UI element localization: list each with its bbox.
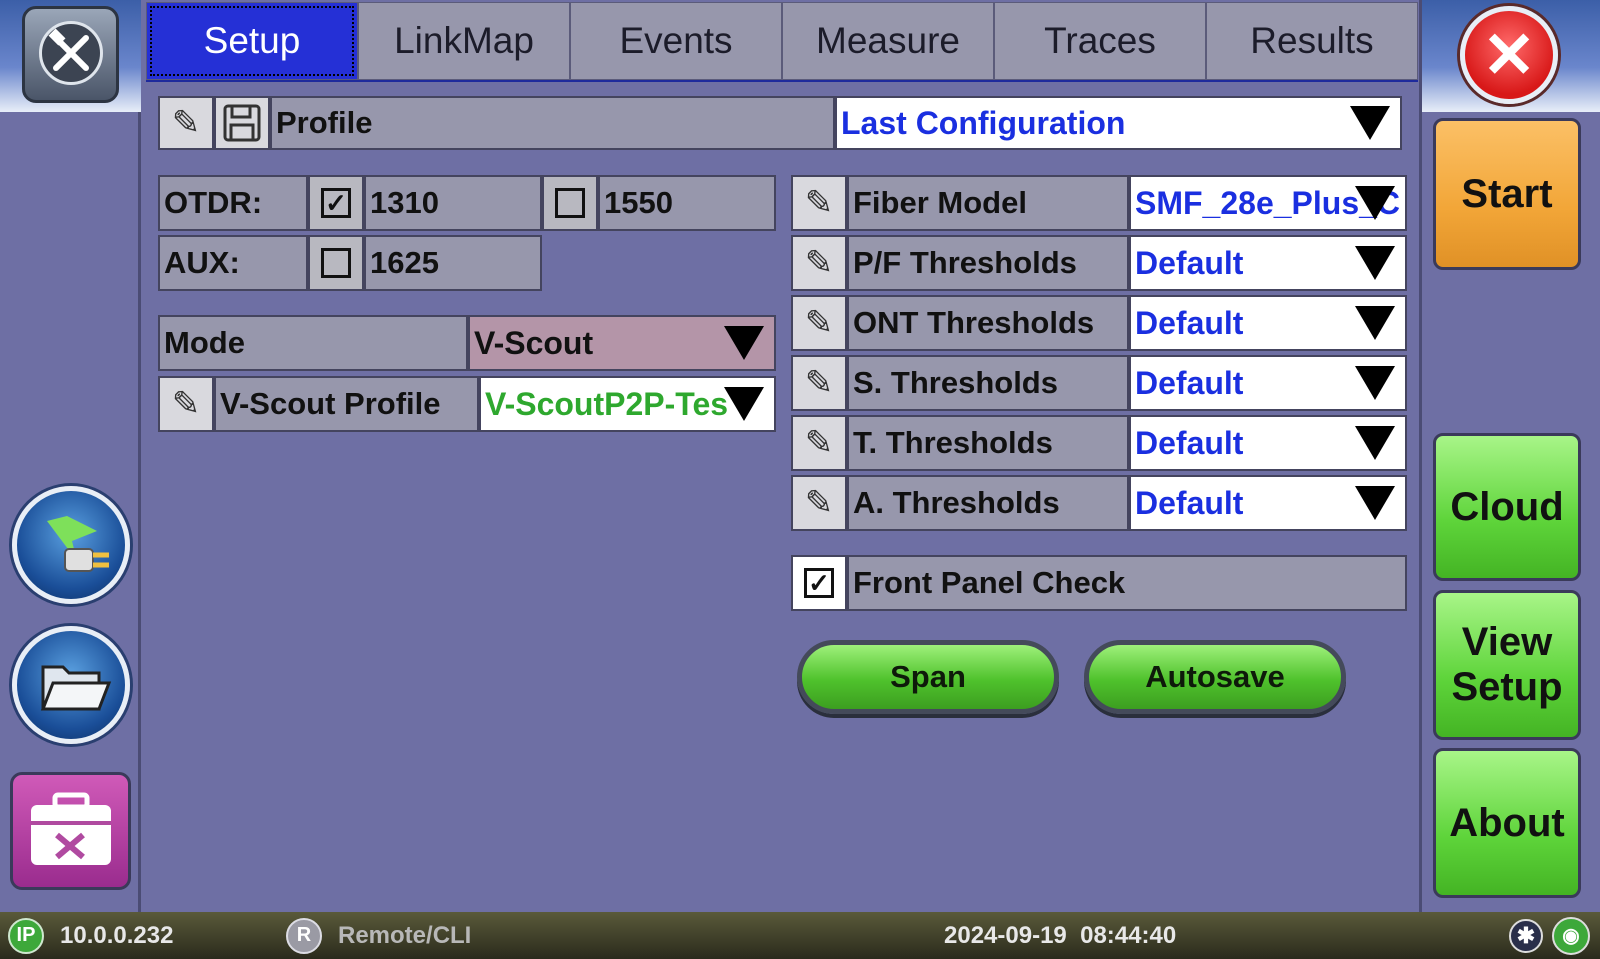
app-window: Setup LinkMap Events Measure Traces Resu… [0,0,1600,959]
t-thresholds-dropdown[interactable]: Default [1129,415,1407,471]
fiber-model-label: Fiber Model [847,175,1129,231]
t-thresholds-label: T. Thresholds [847,415,1129,471]
profile-dropdown-value: Last Configuration [841,104,1126,141]
dropdown-arrow-icon [1355,426,1395,460]
profile-edit-button[interactable]: ✎ [158,96,214,150]
vscout-profile-dropdown[interactable]: V-ScoutP2P-Tes [479,376,776,432]
checkmark-icon: ✓ [321,188,351,218]
fiber-model-dropdown[interactable]: SMF_28e_Plus_C [1129,175,1407,231]
a-thresholds-label: A. Thresholds [847,475,1129,531]
bluetooth-icon: ✱ [1509,912,1543,959]
otdr-1310-label: 1310 [364,175,542,231]
tab-bar: Setup LinkMap Events Measure Traces Resu… [146,2,1418,82]
pencil-icon: ✎ [171,385,201,423]
s-thresholds-dropdown[interactable]: Default [1129,355,1407,411]
a-thresholds-dropdown[interactable]: Default [1129,475,1407,531]
tab-measure[interactable]: Measure [782,2,994,80]
mode-label: Mode [158,315,468,371]
status-bar: IP 10.0.0.232 R Remote/CLI 2024-09-19 08… [0,912,1600,959]
aux-1625-label: 1625 [364,235,542,291]
tab-linkmap[interactable]: LinkMap [358,2,570,80]
ont-thresholds-label: ONT Thresholds [847,295,1129,351]
tab-results[interactable]: Results [1206,2,1418,80]
start-button[interactable]: Start [1433,118,1581,270]
otdr-label: OTDR: [158,175,308,231]
wrench-hammer-icon [39,21,103,85]
front-panel-check-label: Front Panel Check [847,555,1407,611]
mode-dropdown[interactable]: V-Scout [468,315,776,371]
remote-cli-label: Remote/CLI [338,921,472,949]
pencil-icon: ✎ [804,184,834,222]
pf-thresholds-edit-button[interactable]: ✎ [791,235,847,291]
front-panel-check-checkbox[interactable]: ✓ [791,555,847,611]
s-thresholds-edit-button[interactable]: ✎ [791,355,847,411]
ip-badge-icon: IP [8,917,44,954]
pencil-icon: ✎ [171,104,201,142]
power-plug-icon-button[interactable] [12,486,130,604]
about-button[interactable]: About [1433,748,1581,898]
dropdown-arrow-icon [1355,186,1395,220]
pencil-icon: ✎ [804,484,834,522]
close-x-icon: ✕ [1482,19,1536,91]
ont-thresholds-edit-button[interactable]: ✎ [791,295,847,351]
pencil-icon: ✎ [804,244,834,282]
settings-tools-button[interactable] [22,6,119,103]
left-sidebar [0,0,141,912]
datetime: 2024-09-19 08:44:40 [944,921,1177,949]
toolbox-icon-button[interactable] [10,772,131,890]
pf-thresholds-dropdown[interactable]: Default [1129,235,1407,291]
span-button[interactable]: Span [797,640,1059,714]
tab-events[interactable]: Events [570,2,782,80]
aux-label: AUX: [158,235,308,291]
tab-setup[interactable]: Setup [146,2,358,80]
pf-thresholds-label: P/F Thresholds [847,235,1129,291]
view-setup-button[interactable]: View Setup [1433,590,1581,740]
vscout-profile-edit-button[interactable]: ✎ [158,376,214,432]
dropdown-arrow-icon [1350,106,1390,140]
ip-status: IP 10.0.0.232 [8,912,173,959]
dropdown-arrow-icon [1355,246,1395,280]
otdr-1310-checkbox[interactable]: ✓ [308,175,364,231]
remote-badge-icon: R [286,917,322,954]
save-disk-icon [223,104,261,142]
pencil-icon: ✎ [804,364,834,402]
profile-label: Profile [270,96,835,150]
ip-address: 10.0.0.232 [60,921,174,949]
profile-dropdown[interactable]: Last Configuration [835,96,1402,150]
otdr-1550-label: 1550 [598,175,776,231]
checkmark-icon: ✓ [804,568,834,598]
dropdown-arrow-icon [724,387,764,421]
dropdown-arrow-icon [1355,366,1395,400]
a-thresholds-edit-button[interactable]: ✎ [791,475,847,531]
remote-status: R Remote/CLI [286,912,471,959]
folder-icon-button[interactable] [12,626,130,744]
autosave-button[interactable]: Autosave [1084,640,1346,714]
close-button[interactable]: ✕ [1460,6,1558,104]
tab-traces[interactable]: Traces [994,2,1206,80]
checkbox-empty-box [321,248,351,278]
dropdown-arrow-icon [1355,306,1395,340]
profile-save-button[interactable] [214,96,270,150]
vscout-profile-label: V-Scout Profile [214,376,479,432]
fiber-model-edit-button[interactable]: ✎ [791,175,847,231]
cloud-button[interactable]: Cloud [1433,433,1581,581]
s-thresholds-label: S. Thresholds [847,355,1129,411]
dropdown-arrow-icon [724,326,764,360]
t-thresholds-edit-button[interactable]: ✎ [791,415,847,471]
aux-1625-checkbox[interactable] [308,235,364,291]
pencil-icon: ✎ [804,304,834,342]
wifi-icon: ◉ [1552,912,1590,959]
ont-thresholds-dropdown[interactable]: Default [1129,295,1407,351]
checkbox-empty-box [555,188,585,218]
dropdown-arrow-icon [1355,486,1395,520]
otdr-1550-checkbox[interactable] [542,175,598,231]
pencil-icon: ✎ [804,424,834,462]
